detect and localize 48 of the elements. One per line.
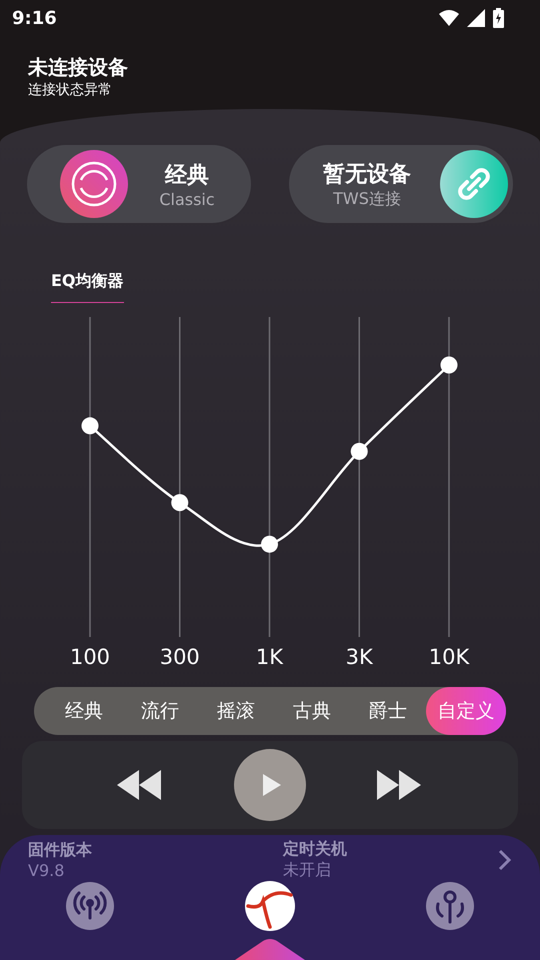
band-label: 3K [344, 645, 374, 669]
battery-icon [493, 8, 504, 28]
card-title: 暂无设备 [323, 160, 411, 188]
play-button[interactable] [234, 749, 306, 821]
preset-tab[interactable]: 摇滚 [198, 687, 274, 735]
mode-card[interactable]: 经典 Classic [27, 145, 251, 223]
slider-thumb[interactable] [350, 442, 368, 460]
wifi-icon [439, 10, 459, 26]
chevron-right-icon[interactable] [498, 849, 512, 871]
band-label: 100 [68, 645, 112, 669]
preset-tab[interactable]: 古典 [274, 687, 350, 735]
band-label: 300 [158, 645, 201, 669]
info-value: 未开启 [283, 860, 332, 881]
eq-tab[interactable]: EQ均衡器 [51, 271, 124, 303]
slider-track[interactable] [171, 317, 188, 637]
slider-track[interactable] [440, 317, 458, 637]
info-value: V9.8 [28, 861, 66, 880]
rewind-button[interactable] [117, 770, 164, 800]
slider-track[interactable] [82, 317, 98, 637]
preset-tab[interactable]: 经典 [46, 687, 122, 735]
status-time: 9:16 [12, 8, 57, 28]
card-subtitle: Classic [159, 190, 215, 208]
card-title: 经典 [165, 162, 209, 190]
preset-tab[interactable]: 流行 [122, 687, 198, 735]
person-icon[interactable] [426, 882, 474, 930]
connection-status: 连接状态异常 [28, 81, 113, 99]
header-title: 未连接设备 [28, 54, 129, 81]
slider-thumb[interactable] [82, 417, 98, 434]
info-title: 固件版本 [28, 840, 93, 861]
slider-thumb[interactable] [440, 356, 458, 374]
preset-tab[interactable]: 自定义 [426, 687, 506, 735]
link-icon [440, 150, 508, 218]
preset-tab[interactable]: 爵士 [350, 687, 426, 735]
app-logo-icon[interactable] [245, 881, 295, 931]
signal-icon [467, 9, 485, 27]
band-label: 10K [428, 645, 470, 669]
slider-thumb[interactable] [171, 494, 188, 512]
center-tab-icon[interactable] [235, 938, 305, 960]
antenna-icon[interactable] [66, 882, 114, 930]
ring-icon [60, 150, 128, 218]
slider-track[interactable] [261, 317, 278, 637]
card-subtitle: TWS连接 [333, 188, 401, 210]
slider-track[interactable] [350, 317, 368, 637]
info-title: 定时关机 [283, 839, 348, 860]
band-label: 1K [254, 645, 284, 669]
slider-thumb[interactable] [261, 536, 278, 553]
mode-card[interactable]: 暂无设备 TWS连接 [289, 145, 513, 223]
fast-forward-button[interactable] [376, 770, 423, 800]
